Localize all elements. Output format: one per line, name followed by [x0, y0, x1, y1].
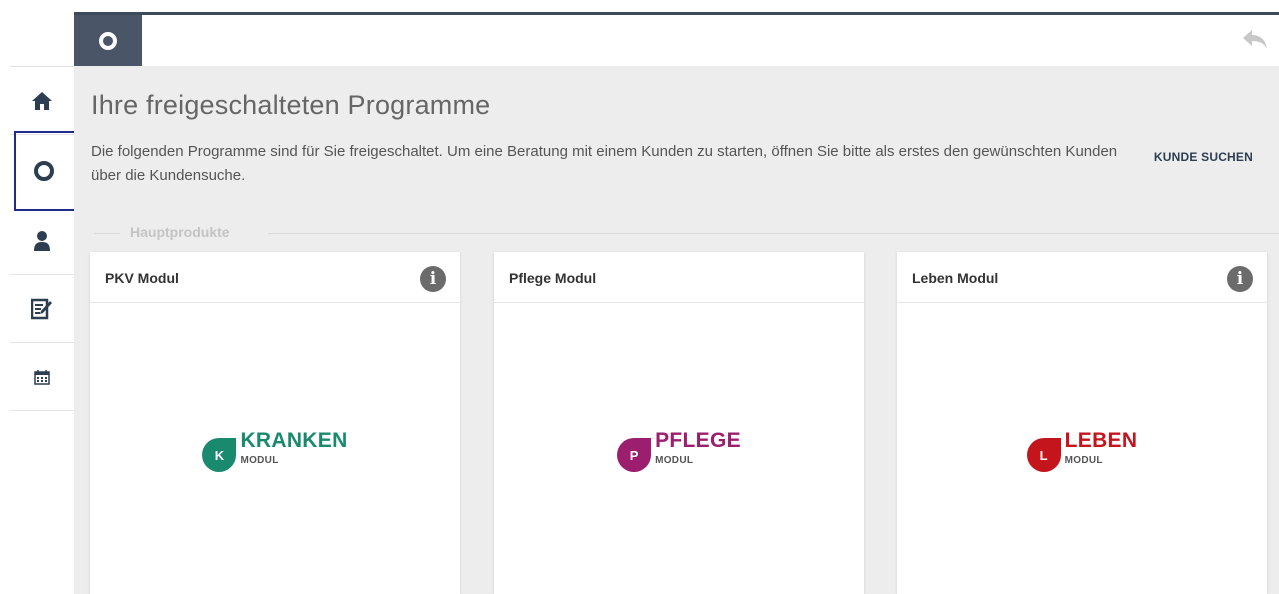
info-icon[interactable]: i	[1227, 266, 1253, 292]
leben-module-logo: L LEBEN MODUL	[897, 430, 1267, 472]
app-root: Ihre freigeschalteten Programme Die folg…	[0, 0, 1279, 594]
logo-sub: MODUL	[1064, 455, 1103, 466]
logo-name: KRANKEN	[240, 429, 348, 452]
logo-name: PFLEGE	[655, 429, 741, 452]
card-body: K KRANKEN MODUL	[90, 303, 460, 593]
card-body: P PFLEGE MODUL	[494, 303, 864, 593]
home-icon	[32, 91, 52, 110]
app-logo-tab[interactable]	[74, 15, 142, 66]
sidebar-item-customer[interactable]	[10, 207, 74, 275]
main-content: Ihre freigeschalteten Programme Die folg…	[74, 66, 1279, 594]
card-header: Pflege Modul	[494, 252, 864, 303]
card-title: Pflege Modul	[509, 270, 597, 286]
sidebar-item-documents[interactable]	[10, 275, 74, 343]
user-icon	[34, 230, 50, 251]
info-icon[interactable]: i	[420, 266, 446, 292]
kunde-suchen-link[interactable]: KUNDE SUCHEN	[1154, 150, 1253, 164]
divider-line-left	[94, 233, 120, 234]
card-title: PKV Modul	[105, 270, 179, 286]
sidebar	[10, 66, 96, 594]
page-title: Ihre freigeschalteten Programme	[91, 90, 491, 120]
kranken-module-logo: K KRANKEN MODUL	[90, 430, 460, 472]
card-title: Leben Modul	[912, 270, 999, 286]
module-card-pkv[interactable]: PKV Modul i K KRANKEN MODUL	[90, 252, 460, 594]
pflege-module-logo: P PFLEGE MODUL	[494, 430, 864, 472]
divider-line-right	[268, 233, 1279, 234]
logo-name: LEBEN	[1064, 429, 1138, 452]
card-body: L LEBEN MODUL	[897, 303, 1267, 593]
card-header: Leben Modul i	[897, 252, 1267, 303]
card-header: PKV Modul i	[90, 252, 460, 303]
o-ring-logo-icon	[34, 161, 54, 181]
module-card-pflege[interactable]: Pflege Modul P PFLEGE MODUL	[494, 252, 864, 594]
edit-document-icon	[31, 298, 52, 319]
logo-drop-icon: K	[202, 438, 237, 472]
logo-drop-icon: P	[617, 438, 652, 472]
sidebar-item-calendar[interactable]	[10, 343, 74, 411]
intro-text: Die folgenden Programme sind für Sie fre…	[91, 143, 1118, 184]
sidebar-item-home[interactable]	[10, 67, 74, 135]
top-bar	[74, 12, 1279, 66]
logo-sub: MODUL	[240, 455, 279, 466]
logo-sub: MODUL	[655, 455, 694, 466]
logo-drop-icon: L	[1026, 438, 1061, 472]
section-divider: Hauptprodukte	[94, 224, 1279, 242]
module-card-leben[interactable]: Leben Modul i L LEBEN MODUL	[897, 252, 1267, 594]
o-ring-logo-icon	[99, 31, 117, 50]
calendar-icon	[34, 369, 50, 385]
section-label: Hauptprodukte	[130, 224, 230, 240]
reply-arrow-icon[interactable]	[1241, 27, 1269, 51]
